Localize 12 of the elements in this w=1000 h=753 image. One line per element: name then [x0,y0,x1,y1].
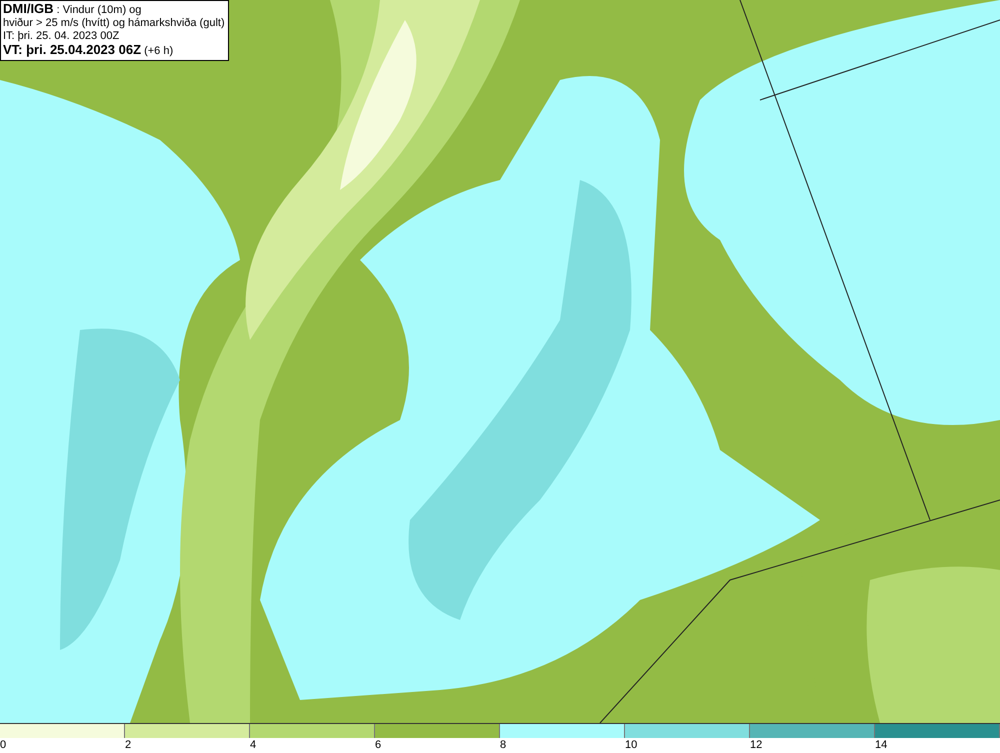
legend-tick-label: 8 [500,738,506,752]
legend-tick-label: 14 [875,738,888,752]
legend-tick-label: 6 [375,738,382,752]
legend-tick-label: 0 [0,738,6,752]
legend-tick-label: 4 [250,738,256,752]
title-line: VT: þri. 25.04.2023 06Z (+6 h) [3,43,174,58]
title-line: hviður > 25 m/s (hvítt) og hámarkshviða (gult) [3,17,225,30]
legend-tick-label: 2 [125,738,132,752]
legend-tick-label: 12 [750,738,762,752]
title-line: IT: þri. 25. 04. 2023 00Z [3,30,120,43]
legend-tick-label: 10 [625,738,638,752]
title-line: DMI/IGB : Vindur (10m) og [3,2,142,17]
